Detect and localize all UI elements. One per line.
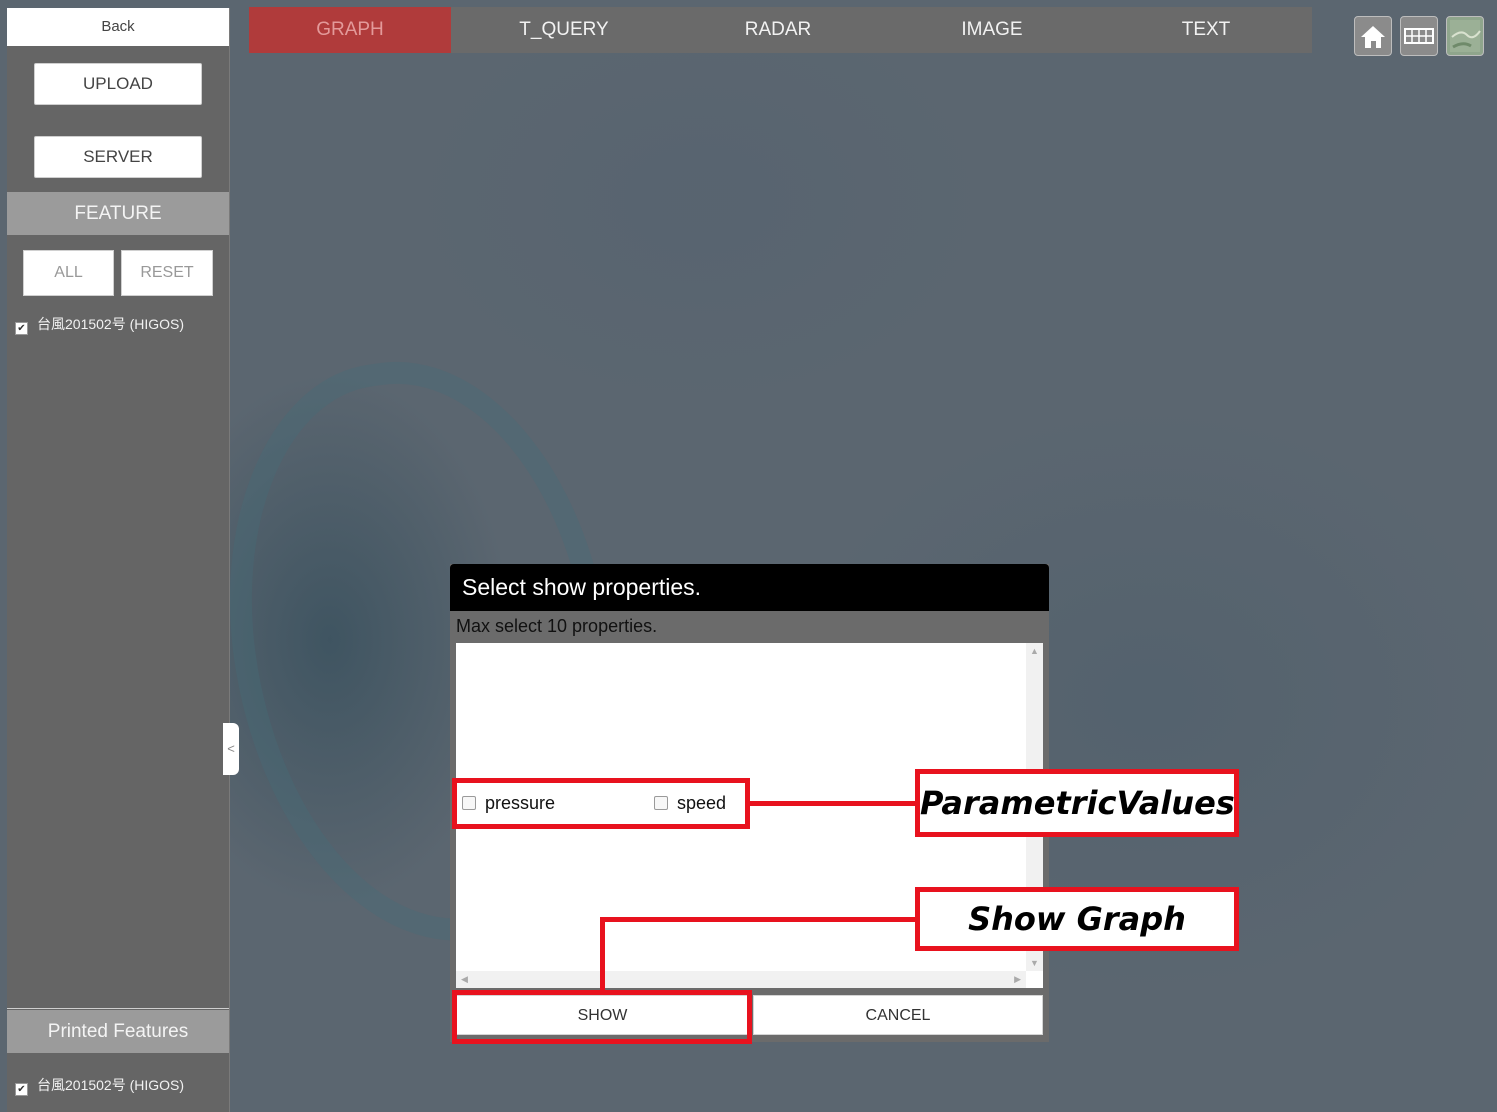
tab-graph[interactable]: GRAPH xyxy=(249,7,451,53)
reset-button[interactable]: RESET xyxy=(121,250,213,296)
sidebar-collapse-toggle[interactable]: < xyxy=(223,723,239,775)
parametric-values-connector xyxy=(750,801,916,806)
printed-features-header: Printed Features xyxy=(7,1010,229,1053)
select-all-button[interactable]: ALL xyxy=(23,250,114,296)
map-thumbnail-icon xyxy=(1450,20,1481,52)
horizontal-scrollbar[interactable]: ◀ ▶ xyxy=(456,971,1026,988)
dialog-title: Select show properties. xyxy=(450,564,1049,611)
grid-icon xyxy=(1404,28,1434,44)
dialog-subtitle: Max select 10 properties. xyxy=(456,616,658,636)
top-tab-bar: GRAPH T_QUERY RADAR IMAGE TEXT xyxy=(249,7,1312,53)
layer-switch-button[interactable] xyxy=(1446,16,1484,56)
server-button[interactable]: SERVER xyxy=(34,136,202,178)
tab-text[interactable]: TEXT xyxy=(1105,7,1307,53)
printed-feature-checkbox[interactable]: ✔ xyxy=(15,1082,28,1096)
scroll-left-icon[interactable]: ◀ xyxy=(461,974,468,985)
scroll-down-icon[interactable]: ▼ xyxy=(1030,958,1039,968)
upload-button[interactable]: UPLOAD xyxy=(34,63,202,105)
tab-t-query[interactable]: T_QUERY xyxy=(463,7,665,53)
show-graph-connector-vertical xyxy=(600,917,605,990)
grid-button[interactable] xyxy=(1400,16,1438,56)
show-button-highlight xyxy=(452,990,752,1044)
parametric-values-callout: ParametricValues xyxy=(915,769,1239,837)
printed-feature-list-item[interactable]: ✔ 台風201502号 (HIGOS) xyxy=(15,1075,185,1096)
show-graph-callout: Show Graph xyxy=(915,887,1239,951)
feature-list-item[interactable]: ✔ 台風201502号 (HIGOS) xyxy=(15,314,185,335)
feature-label: 台風201502号 (HIGOS) xyxy=(37,316,185,332)
sidebar-divider xyxy=(7,1008,229,1009)
tab-radar[interactable]: RADAR xyxy=(677,7,879,53)
sidebar: Back UPLOAD SERVER FEATURE ALL RESET ✔ 台… xyxy=(7,8,230,1112)
tab-image[interactable]: IMAGE xyxy=(891,7,1093,53)
feature-checkbox[interactable]: ✔ xyxy=(15,321,28,335)
cancel-button[interactable]: CANCEL xyxy=(753,995,1043,1035)
home-button[interactable] xyxy=(1354,16,1392,56)
home-icon xyxy=(1361,26,1385,48)
back-button[interactable]: Back xyxy=(7,8,229,46)
scroll-right-icon[interactable]: ▶ xyxy=(1014,974,1021,985)
feature-header: FEATURE xyxy=(7,192,229,235)
app-frame: Back UPLOAD SERVER FEATURE ALL RESET ✔ 台… xyxy=(0,0,1497,1112)
show-graph-connector-horizontal xyxy=(600,917,916,922)
scroll-up-icon[interactable]: ▲ xyxy=(1030,646,1039,656)
parametric-values-highlight xyxy=(452,778,750,829)
printed-feature-label: 台風201502号 (HIGOS) xyxy=(37,1077,185,1093)
